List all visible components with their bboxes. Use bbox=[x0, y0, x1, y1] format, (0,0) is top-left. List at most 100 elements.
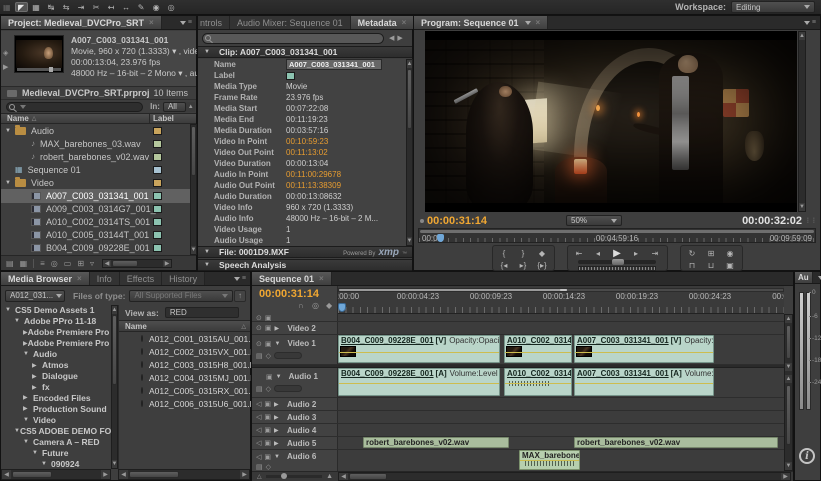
metadata-file-section[interactable]: ▼ File: 0001D9.MXF Powered By xmp ™ bbox=[198, 246, 412, 258]
label-chip[interactable] bbox=[153, 218, 162, 226]
tab-audio-meters[interactable]: Au bbox=[795, 272, 813, 283]
track-audio6[interactable]: ◁▣▼Audio 6 ▤◇ MAX_barebones_0 bbox=[252, 450, 784, 471]
play-preview-icon[interactable]: ▶ bbox=[3, 63, 8, 71]
clip-row-robert-barebones[interactable]: ♪robert_barebones_v02.wav bbox=[1, 150, 190, 163]
label-chip[interactable] bbox=[153, 140, 162, 148]
eye-icon[interactable]: ⊙ bbox=[256, 314, 262, 321]
close-icon[interactable]: × bbox=[536, 18, 541, 27]
export-frame-button[interactable]: ▣ bbox=[724, 260, 737, 270]
collapse-track-icon[interactable]: ▶ bbox=[274, 414, 284, 421]
track-lock-icon[interactable]: ▣ bbox=[265, 324, 272, 332]
scroll-right-button[interactable]: ▶ bbox=[240, 470, 249, 479]
name-field[interactable]: A007_C003_031341_001 bbox=[286, 59, 382, 70]
panel-menu-button[interactable]: ≡ bbox=[173, 16, 196, 29]
track-audio1[interactable]: ▣ ▼ Audio 1 ▤ ◇ B004_C009_09228E_001[A]V… bbox=[252, 368, 784, 398]
scroll-up-button[interactable]: ▲ bbox=[799, 32, 805, 40]
tab-effect-controls[interactable]: ntrols bbox=[198, 16, 230, 29]
track-lock-icon[interactable]: ▣ bbox=[264, 439, 271, 447]
scroll-down-button[interactable]: ▼ bbox=[799, 203, 805, 211]
track-lock-icon[interactable]: ▣ bbox=[265, 314, 272, 321]
step-forward-button[interactable]: ▸ bbox=[630, 248, 643, 258]
disclosure-icon[interactable]: ▶ bbox=[32, 362, 42, 369]
audio1-lane[interactable]: B004_C009_09228E_001[A]Volume:Level A010… bbox=[338, 368, 784, 397]
zoom-out-icon[interactable]: △ bbox=[257, 473, 262, 480]
tab-info[interactable]: Info bbox=[90, 272, 120, 285]
program-current-timecode[interactable]: 00:00:31:14 bbox=[427, 215, 487, 227]
next-result-icon[interactable]: ▶ bbox=[397, 34, 402, 42]
scroll-up-button[interactable]: ▲ bbox=[407, 60, 412, 68]
zoom-slider[interactable] bbox=[266, 475, 322, 478]
disclosure-icon[interactable]: ▶ bbox=[32, 373, 42, 380]
rolling-edit-tool-button[interactable]: ⇆ bbox=[60, 2, 73, 12]
timeline-playhead[interactable] bbox=[338, 303, 346, 312]
list-hscrollbar[interactable]: ◀ ▶ bbox=[118, 469, 250, 480]
workspace-dropdown[interactable]: Editing bbox=[731, 1, 815, 13]
show-keyframes-icon[interactable]: ◇ bbox=[266, 385, 271, 393]
project-search-input[interactable] bbox=[6, 102, 143, 112]
set-marker-button[interactable]: ◆ bbox=[326, 301, 332, 310]
timeline-clip-a010-audio[interactable]: A010_C002_0314TS_00 bbox=[504, 368, 572, 396]
find-button[interactable]: ◎ bbox=[51, 259, 58, 268]
in-dropdown[interactable]: All bbox=[163, 102, 186, 112]
timeline-clip-robert-1[interactable]: robert_barebones_v02.wav bbox=[363, 437, 509, 448]
view-as-dropdown[interactable]: RED bbox=[165, 307, 239, 318]
track-lock-icon[interactable]: ▣ bbox=[264, 426, 271, 434]
program-time-ruler[interactable]: 00:00 00:04:59:16 00:09:59:09 bbox=[418, 228, 816, 243]
tab-history[interactable]: History bbox=[162, 272, 205, 285]
disclosure-icon[interactable]: ▼ bbox=[204, 49, 214, 55]
toggle-track-output-icon[interactable]: ◁ bbox=[256, 400, 261, 408]
volume-rubber-band[interactable] bbox=[520, 460, 579, 461]
disclosure-icon[interactable]: ▼ bbox=[5, 128, 15, 134]
viewing-area-bar[interactable] bbox=[420, 230, 814, 233]
snap-button[interactable]: ∩ bbox=[298, 301, 304, 310]
hand-tool-button[interactable]: ◉ bbox=[150, 2, 163, 12]
tree-item[interactable]: ▼Camera A – RED bbox=[1, 436, 111, 447]
collapse-track-icon[interactable]: ▼ bbox=[275, 341, 285, 347]
poster-frame-icon[interactable]: ◈ bbox=[3, 49, 8, 57]
timeline-clip-b004-audio[interactable]: B004_C009_09228E_001[A]Volume:Level bbox=[338, 368, 500, 396]
audio6-lane[interactable]: MAX_barebones_0 bbox=[338, 450, 784, 471]
timeline-clip-robert-2[interactable]: robert_barebones_v02.wav bbox=[574, 437, 778, 448]
audio5-lane[interactable]: robert_barebones_v02.wav robert_barebone… bbox=[338, 437, 784, 449]
clip-row-a007-selected[interactable]: A007_C003_031341_001 bbox=[1, 189, 190, 202]
column-header-label[interactable]: Label bbox=[153, 114, 174, 123]
go-to-next-edit-button[interactable]: ⇥ bbox=[649, 248, 662, 258]
scroll-left-button[interactable]: ◀ bbox=[2, 470, 11, 479]
label-chip[interactable] bbox=[153, 231, 162, 239]
scroll-left-button[interactable]: ◀ bbox=[103, 260, 111, 267]
search-options-icon[interactable] bbox=[20, 105, 26, 109]
metadata-search-input[interactable] bbox=[202, 33, 384, 44]
program-playhead[interactable] bbox=[437, 234, 444, 242]
slide-tool-button[interactable]: ↔ bbox=[120, 2, 133, 12]
zoom-tool-button[interactable]: ◎ bbox=[165, 2, 178, 12]
opacity-rubber-band[interactable] bbox=[505, 352, 571, 353]
pen-tool-button[interactable]: ✎ bbox=[135, 2, 148, 12]
go-to-in-button[interactable]: {◂ bbox=[498, 260, 511, 270]
new-item-button[interactable]: ⊞ bbox=[77, 259, 84, 268]
volume-rubber-band[interactable] bbox=[339, 383, 499, 384]
file-column-header[interactable]: Name bbox=[125, 322, 147, 331]
tree-item[interactable]: ▼Video bbox=[1, 414, 111, 425]
tree-item[interactable]: ▼Adobe PPro 11-18 bbox=[1, 316, 111, 327]
panel-menu-button[interactable]: ≡ bbox=[797, 16, 820, 29]
disclosure-icon[interactable]: ▼ bbox=[5, 307, 15, 313]
tree-item[interactable]: ▼090924 bbox=[1, 458, 111, 469]
audio-in-point[interactable]: 00:11:00:29678 bbox=[286, 170, 341, 179]
r3d-file-row[interactable]: A012_C005_0315RX_001.R3D bbox=[119, 384, 250, 397]
track-lock-icon[interactable]: ▣ bbox=[266, 373, 273, 381]
program-vscrollbar[interactable]: ▲ ▼ bbox=[798, 31, 806, 212]
scroll-left-button[interactable]: ◀ bbox=[339, 473, 348, 480]
timeline-zoom-control[interactable]: △ ▲ bbox=[252, 473, 338, 480]
timeline-vscrollbar[interactable]: ▲ ▼ ▲ ▼ bbox=[784, 314, 793, 471]
new-bin-button[interactable]: ▭ bbox=[64, 259, 72, 268]
track-select-tool-button[interactable]: ▦ bbox=[30, 2, 43, 12]
add-marker-button[interactable]: ◆ bbox=[536, 248, 549, 258]
tree-item[interactable]: ▶Adobe Premiere Pro Pr bbox=[1, 338, 111, 349]
track-lock-icon[interactable]: ▣ bbox=[264, 413, 271, 421]
list-view-button[interactable]: ▤ bbox=[6, 259, 14, 268]
label-chip[interactable] bbox=[153, 244, 162, 252]
tree-item[interactable]: ▼Future bbox=[1, 447, 111, 458]
track-lock-icon[interactable]: ▣ bbox=[265, 340, 272, 348]
panel-menu-button[interactable]: ≡ bbox=[227, 272, 250, 285]
clip-row-b004[interactable]: B004_C009_09228E_001 bbox=[1, 242, 190, 255]
